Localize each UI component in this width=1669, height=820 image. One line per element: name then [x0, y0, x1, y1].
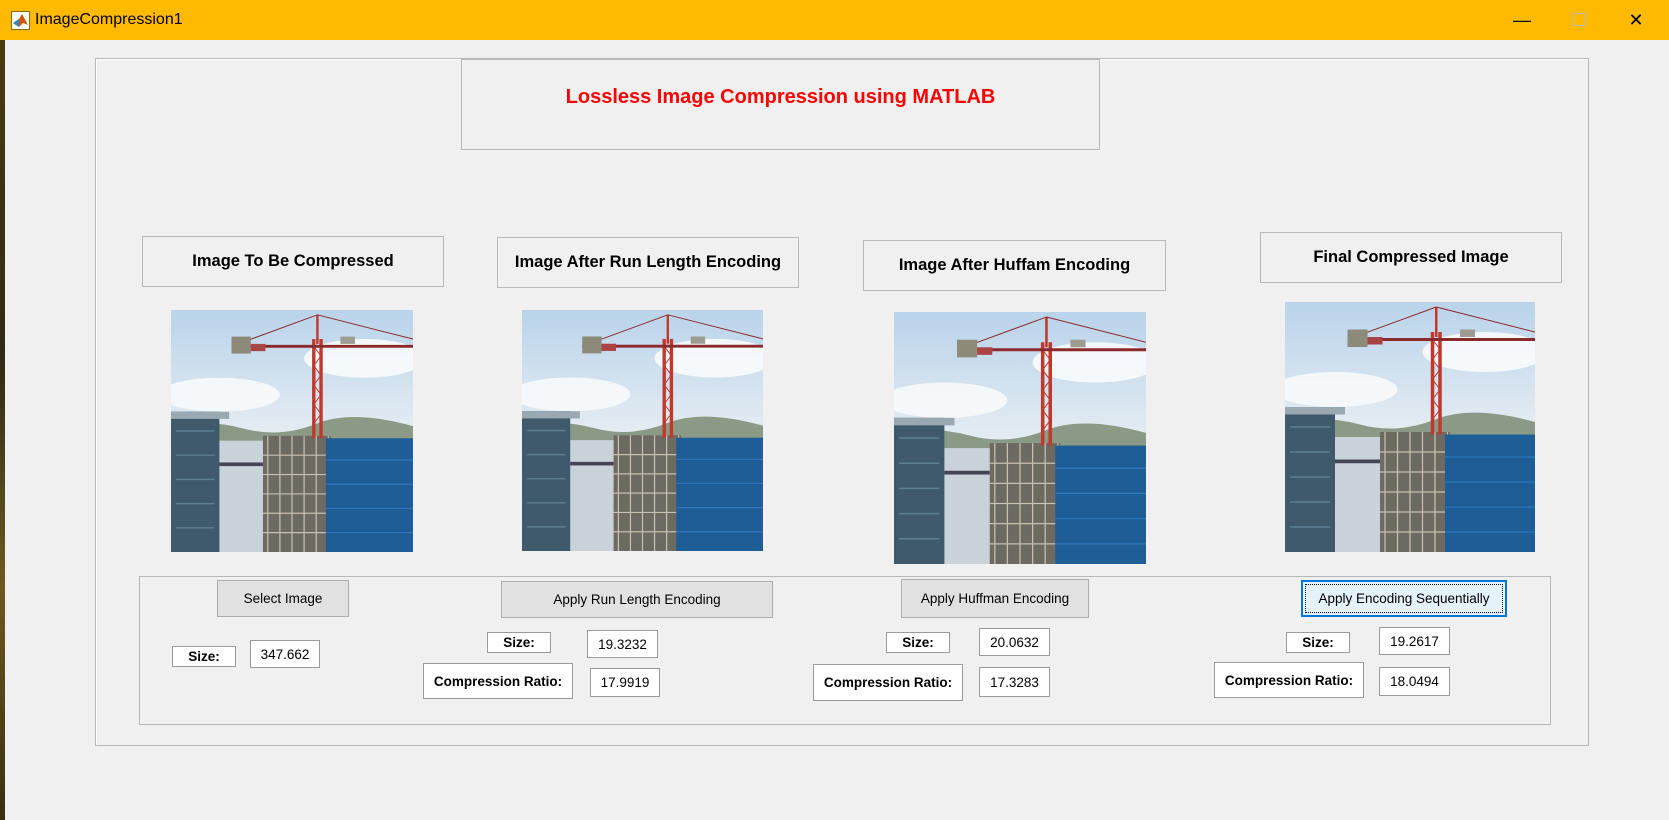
rle-ratio-label: Compression Ratio:	[423, 663, 573, 699]
ratio-label-text: Compression Ratio:	[433, 673, 563, 689]
label-text: Final Compressed Image	[1313, 248, 1509, 266]
final-size-value[interactable]: 19.2617	[1379, 627, 1450, 655]
size-label-text: Size:	[188, 649, 220, 664]
apply-sequential-button[interactable]: Apply Encoding Sequentially	[1301, 580, 1507, 617]
original-image-axes	[171, 310, 413, 552]
huffman-size-value[interactable]: 20.0632	[979, 628, 1050, 656]
apply-rle-button[interactable]: Apply Run Length Encoding	[501, 581, 773, 618]
window-titlebar[interactable]: ImageCompression1 — ☐ ✕	[0, 0, 1669, 40]
original-size-value[interactable]: 347.662	[250, 640, 320, 668]
label-final-image: Final Compressed Image	[1260, 232, 1562, 283]
size-value-text: 347.662	[260, 646, 310, 662]
minimize-button[interactable]: —	[1494, 0, 1550, 40]
button-label: Apply Huffman Encoding	[920, 591, 1070, 606]
window-title: ImageCompression1	[35, 11, 183, 28]
label-text: Image After Run Length Encoding	[514, 253, 782, 271]
ratio-value-text: 17.9919	[600, 675, 650, 690]
size-label-text: Size:	[503, 635, 535, 650]
size-label-text: Size:	[902, 635, 934, 650]
label-text: Image After Huffam Encoding	[898, 256, 1131, 274]
page-title: Lossless Image Compression using MATLAB	[565, 86, 996, 108]
rle-size-label: Size:	[487, 632, 551, 653]
apply-huffman-button[interactable]: Apply Huffman Encoding	[901, 579, 1089, 618]
rle-size-value[interactable]: 19.3232	[587, 630, 658, 658]
button-label: Apply Encoding Sequentially	[1318, 591, 1490, 606]
ratio-label-text: Compression Ratio:	[1224, 672, 1354, 688]
final-ratio-value[interactable]: 18.0494	[1379, 667, 1450, 696]
ratio-value-text: 18.0494	[1390, 674, 1439, 689]
huffman-ratio-value[interactable]: 17.3283	[979, 667, 1050, 697]
maximize-button[interactable]: ☐	[1551, 0, 1607, 40]
size-value-text: 19.2617	[1390, 633, 1439, 649]
size-value-text: 20.0632	[990, 634, 1039, 650]
ratio-label-text: Compression Ratio:	[823, 675, 953, 690]
desktop-edge	[0, 40, 5, 820]
label-rle-image: Image After Run Length Encoding	[497, 237, 799, 288]
label-original-image: Image To Be Compressed	[142, 236, 444, 287]
ratio-value-text: 17.3283	[990, 674, 1039, 690]
huffman-size-label: Size:	[886, 632, 950, 653]
matlab-icon	[11, 11, 30, 30]
final-size-label: Size:	[1286, 632, 1350, 653]
final-image-axes	[1285, 302, 1535, 552]
minimize-icon: —	[1513, 9, 1531, 30]
label-text: Image To Be Compressed	[192, 252, 394, 270]
final-ratio-label: Compression Ratio:	[1214, 662, 1364, 698]
close-icon: ✕	[1628, 9, 1644, 30]
heading-panel: Lossless Image Compression using MATLAB	[461, 59, 1100, 150]
rle-ratio-value[interactable]: 17.9919	[590, 668, 660, 697]
close-button[interactable]: ✕	[1608, 0, 1664, 40]
select-image-button[interactable]: Select Image	[217, 580, 349, 617]
rle-image-axes	[522, 310, 763, 551]
button-label: Select Image	[243, 591, 323, 606]
huffman-ratio-label: Compression Ratio:	[813, 664, 963, 701]
label-huffman-image: Image After Huffam Encoding	[863, 240, 1166, 291]
size-value-text: 19.3232	[598, 636, 647, 652]
size-label: Size:	[172, 646, 236, 667]
size-label-text: Size:	[1302, 635, 1334, 650]
maximize-icon: ☐	[1570, 9, 1588, 30]
button-label: Apply Run Length Encoding	[553, 592, 721, 607]
huffman-image-axes	[894, 312, 1146, 564]
